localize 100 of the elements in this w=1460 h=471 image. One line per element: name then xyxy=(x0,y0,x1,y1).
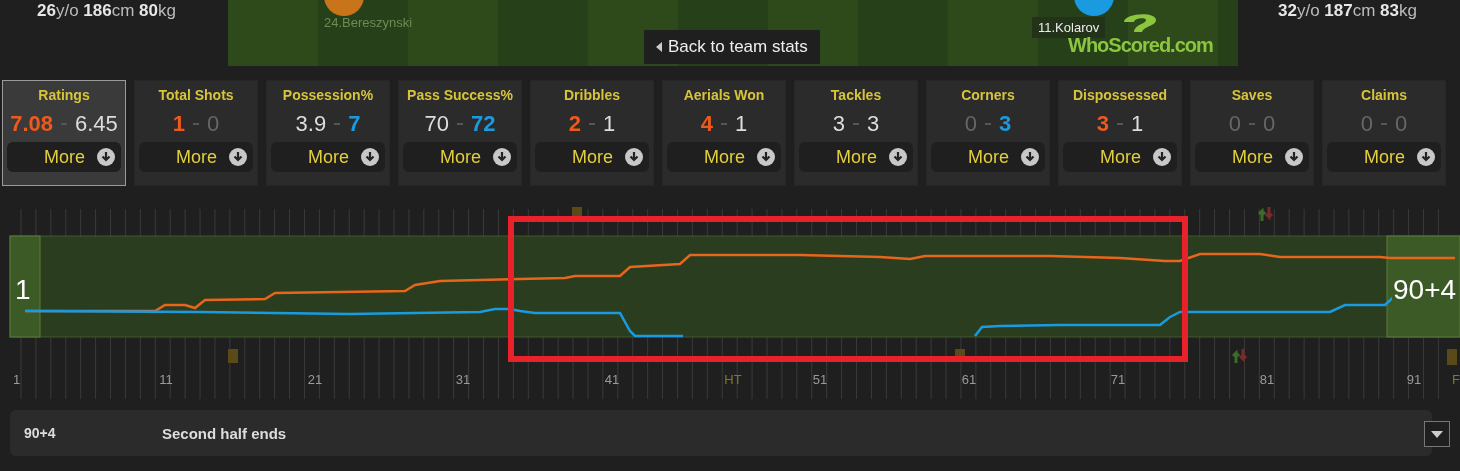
substitution-icon xyxy=(1231,347,1248,365)
stat-card[interactable]: Ratings 7.08 6.45 More xyxy=(2,80,126,186)
stat-value: 0 xyxy=(1228,111,1241,137)
more-button[interactable]: More xyxy=(139,142,253,172)
dash-icon xyxy=(589,123,595,125)
stat-value: 1 xyxy=(603,111,616,137)
axis-label: 61 xyxy=(961,372,977,387)
back-button[interactable]: Back to team stats xyxy=(644,30,820,64)
download-icon xyxy=(97,148,115,166)
axis-label: F xyxy=(1452,372,1460,387)
download-icon xyxy=(229,148,247,166)
axis-label: 11 xyxy=(159,372,173,387)
player-stats: 26y/o 186cm 80kg xyxy=(37,1,176,21)
download-icon xyxy=(493,148,511,166)
more-button[interactable]: More xyxy=(931,142,1045,172)
more-button[interactable]: More xyxy=(535,142,649,172)
stat-card[interactable]: Claims 0 0 More xyxy=(1322,80,1446,186)
stat-value: 3 xyxy=(867,111,880,137)
download-icon xyxy=(889,148,907,166)
download-icon xyxy=(1417,148,1435,166)
card-icon xyxy=(228,349,238,363)
stat-card[interactable]: Pass Success% 70 72 More xyxy=(398,80,522,186)
dash-icon xyxy=(1249,123,1255,125)
stat-card[interactable]: Tackles 3 3 More xyxy=(794,80,918,186)
axis-label: 1 xyxy=(13,372,21,387)
stat-value: 0 xyxy=(1395,111,1408,137)
stat-value: 0 xyxy=(964,111,977,137)
stat-title: Possession% xyxy=(282,87,374,103)
stat-title: Pass Success% xyxy=(407,87,513,103)
stat-title: Aerials Won xyxy=(683,87,765,103)
stat-card[interactable]: Dribbles 2 1 More xyxy=(530,80,654,186)
stat-title: Saves xyxy=(1231,87,1273,103)
caret-icon xyxy=(656,42,662,52)
more-button[interactable]: More xyxy=(799,142,913,172)
stat-card[interactable]: Saves 0 0 More xyxy=(1190,80,1314,186)
stat-value: 3 xyxy=(999,111,1012,137)
dash-icon xyxy=(457,123,463,125)
download-icon xyxy=(1153,148,1171,166)
stat-title: Ratings xyxy=(38,87,90,103)
stat-value: 2 xyxy=(568,111,581,137)
stat-value: 3.9 xyxy=(295,111,327,137)
stat-card[interactable]: Possession% 3.9 7 More xyxy=(266,80,390,186)
stat-value: 0 xyxy=(207,111,220,137)
dash-icon xyxy=(985,123,991,125)
axis-label: 51 xyxy=(812,372,828,387)
end-label: 90+4 xyxy=(1393,274,1457,305)
event-text: Second half ends xyxy=(162,424,287,442)
event-minute: 90+4 xyxy=(23,425,57,441)
stat-title: Claims xyxy=(1361,87,1407,103)
axis-label: 31 xyxy=(455,372,471,387)
download-icon xyxy=(1285,148,1303,166)
stat-value: 3 xyxy=(1096,111,1109,137)
stat-value: 0 xyxy=(1360,111,1373,137)
stat-card[interactable]: Aerials Won 4 1 More xyxy=(662,80,786,186)
more-button[interactable]: More xyxy=(1195,142,1309,172)
more-button[interactable]: More xyxy=(1063,142,1177,172)
stat-card[interactable]: Total Shots 1 0 More xyxy=(134,80,258,186)
stat-title: Total Shots xyxy=(158,87,234,103)
more-button[interactable]: More xyxy=(271,142,385,172)
stat-title: Corners xyxy=(961,87,1015,103)
stat-card[interactable]: Dispossessed 3 1 More xyxy=(1058,80,1182,186)
substitution-icon xyxy=(1257,205,1274,223)
download-icon xyxy=(625,148,643,166)
axis-label: 41 xyxy=(604,372,620,387)
stat-value: 7 xyxy=(348,111,361,137)
axis-label: 81 xyxy=(1259,372,1275,387)
stat-value: 70 xyxy=(424,111,449,137)
stat-value: 0 xyxy=(1263,111,1276,137)
stat-value: 6.45 xyxy=(75,111,118,137)
dash-icon xyxy=(193,123,199,125)
download-icon xyxy=(1021,148,1039,166)
dash-icon xyxy=(1381,123,1387,125)
caret-icon xyxy=(1431,430,1443,438)
stat-title: Dispossessed xyxy=(1072,87,1168,103)
more-button[interactable]: More xyxy=(667,142,781,172)
stat-value: 4 xyxy=(700,111,713,137)
axis-label: 71 xyxy=(1110,372,1126,387)
axis-label: 21 xyxy=(307,372,323,387)
axis-label: 91 xyxy=(1406,372,1422,387)
more-button[interactable]: More xyxy=(7,142,121,172)
more-button[interactable]: More xyxy=(1327,142,1441,172)
player-name: 24.Bereszynski xyxy=(323,14,414,32)
dash-icon xyxy=(721,123,727,125)
stat-value: 1 xyxy=(172,111,185,137)
stat-value: 1 xyxy=(735,111,748,137)
dash-icon xyxy=(1117,123,1123,125)
more-button[interactable]: More xyxy=(403,142,517,172)
download-icon xyxy=(361,148,379,166)
card-icon xyxy=(1447,349,1457,365)
stat-title: Dribbles xyxy=(564,87,620,103)
stat-card[interactable]: Corners 0 3 More xyxy=(926,80,1050,186)
player-stats: 32y/o 187cm 83kg xyxy=(1278,1,1417,21)
axis-label: HT xyxy=(724,372,742,387)
dropdown-button[interactable] xyxy=(1424,421,1450,447)
stat-value: 7.08 xyxy=(10,111,53,137)
download-icon xyxy=(757,148,775,166)
stat-value: 1 xyxy=(1131,111,1144,137)
dash-icon xyxy=(853,123,859,125)
stat-value: 3 xyxy=(832,111,845,137)
stat-title: Tackles xyxy=(830,87,882,103)
